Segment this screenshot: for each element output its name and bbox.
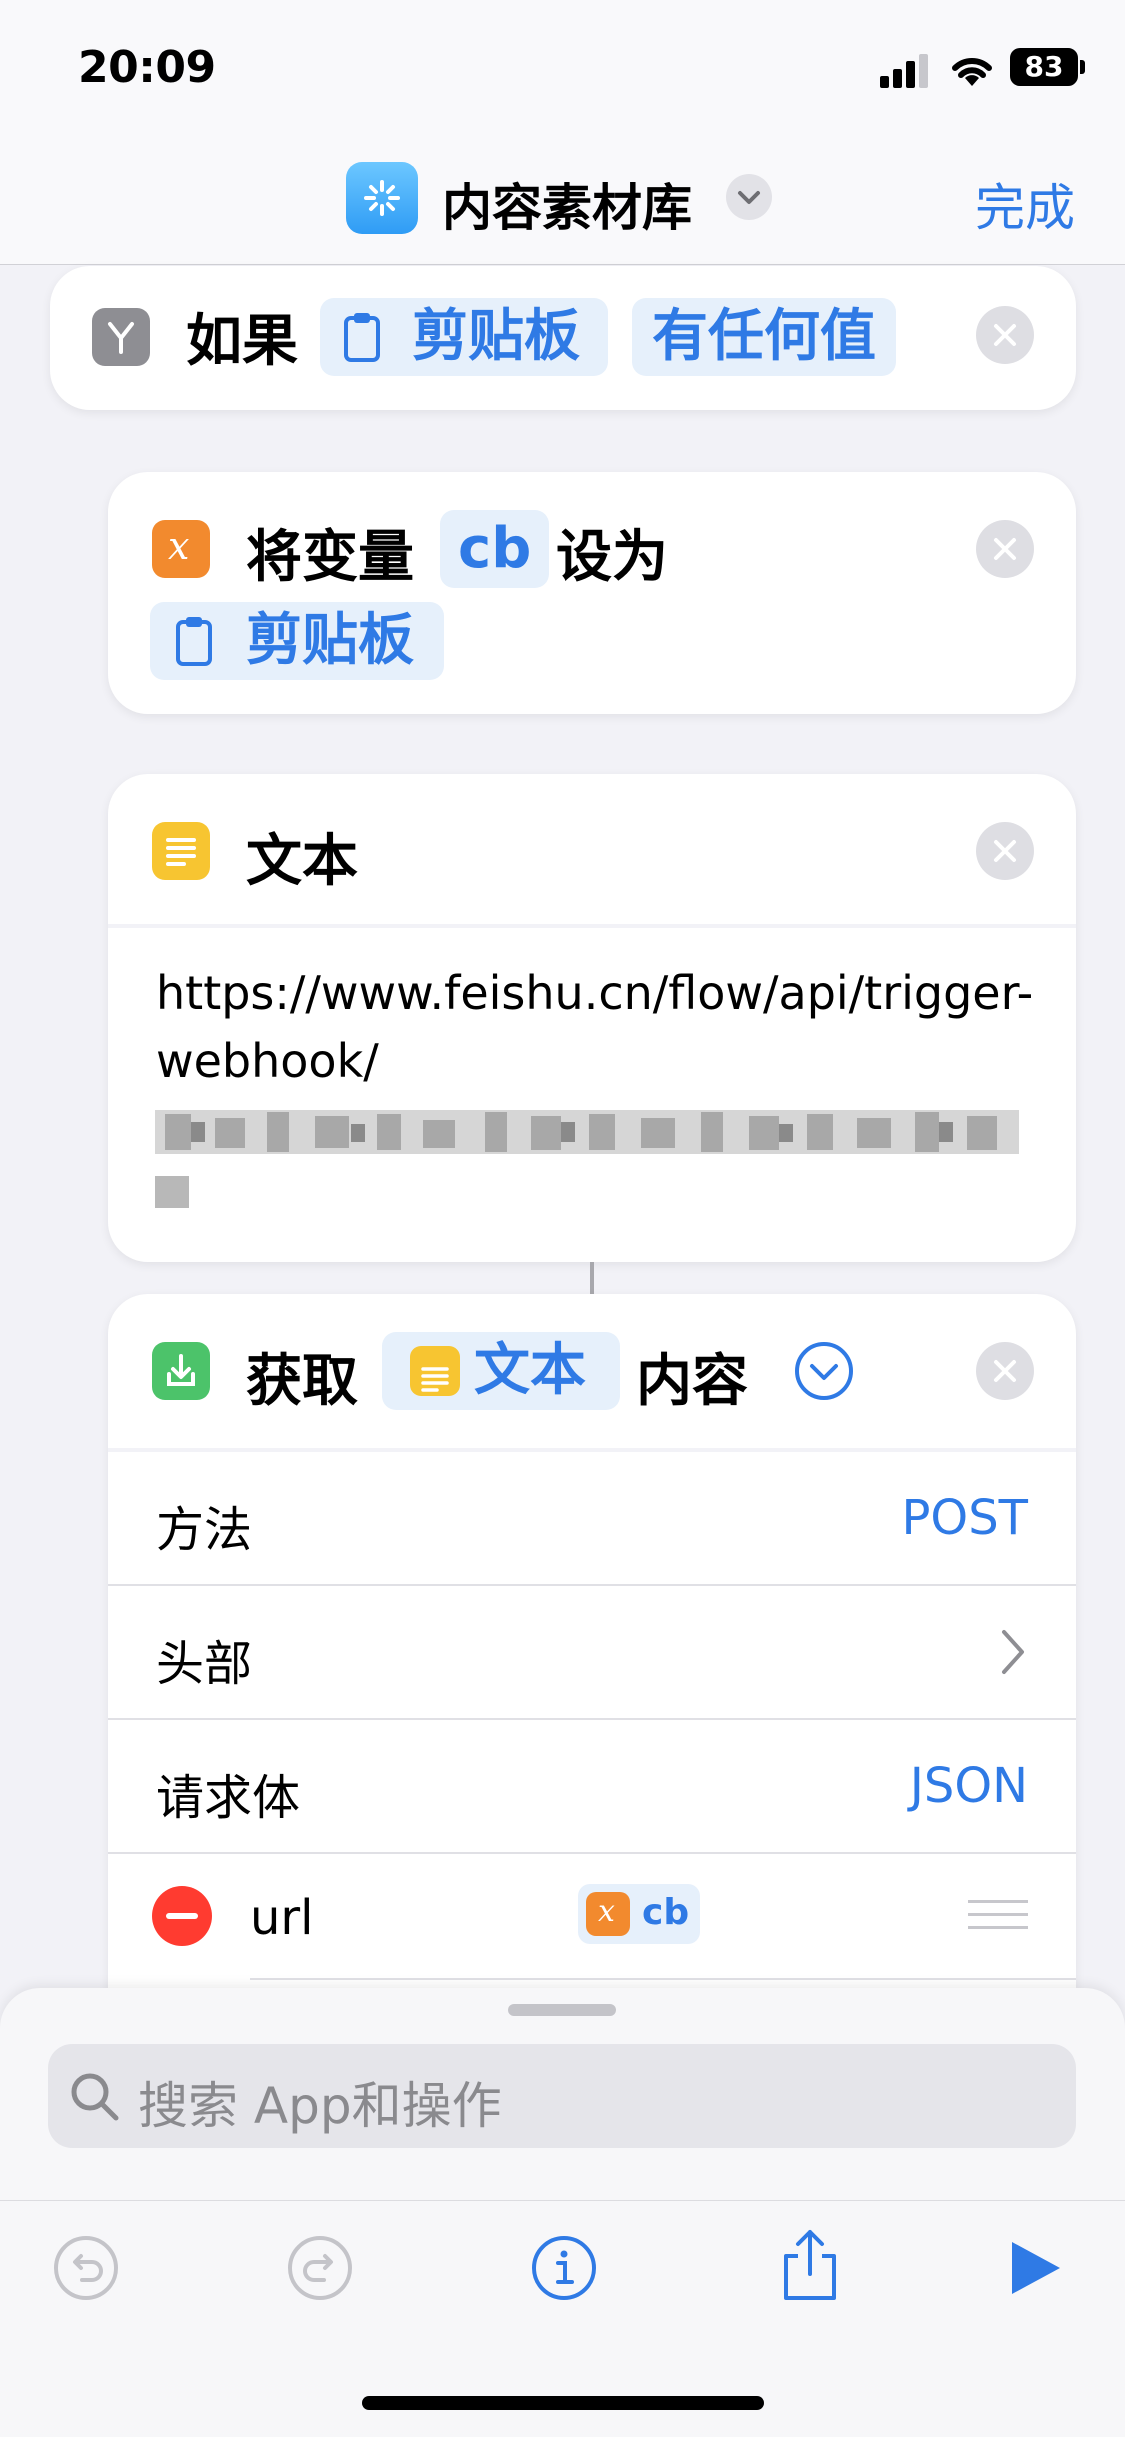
field-value-label: cb	[642, 1892, 690, 1933]
variable-x-icon: x	[586, 1892, 630, 1936]
text-source-token[interactable]: 文本	[382, 1332, 620, 1410]
close-icon[interactable]	[976, 1342, 1034, 1400]
clipboard-token[interactable]: 剪贴板	[320, 298, 608, 376]
clipboard-token-label: 剪贴板	[412, 304, 580, 369]
redacted-webhook-token	[155, 1104, 1019, 1214]
play-icon[interactable]	[1008, 2238, 1064, 2298]
shortcut-title[interactable]: 内容素材库	[442, 168, 692, 240]
wifi-icon	[948, 48, 996, 88]
close-icon[interactable]	[976, 520, 1034, 578]
search-icon	[71, 2073, 119, 2121]
close-icon[interactable]	[976, 822, 1034, 880]
battery-indicator: 83	[1010, 48, 1078, 86]
method-row[interactable]: 方法 POST	[108, 1452, 1076, 1584]
share-icon[interactable]	[778, 2226, 842, 2304]
signal-icon	[880, 52, 932, 88]
text-card-divider	[108, 924, 1076, 928]
body-row[interactable]: 请求体 JSON	[108, 1720, 1076, 1852]
reorder-handle-icon[interactable]	[968, 1900, 1028, 1930]
battery-tip	[1080, 60, 1085, 74]
headers-label: 头部	[156, 1636, 253, 1692]
expand-chevron-icon[interactable]	[794, 1341, 854, 1401]
clipboard-value-token[interactable]: 剪贴板	[150, 602, 444, 680]
text-action-title: 文本	[246, 829, 358, 894]
method-label: 方法	[156, 1502, 253, 1558]
text-content-line-2[interactable]: webhook/	[156, 1034, 379, 1088]
close-icon[interactable]	[976, 306, 1034, 364]
headers-row[interactable]: 头部	[108, 1586, 1076, 1718]
download-icon	[152, 1342, 210, 1400]
branch-icon	[92, 308, 150, 366]
field-row-url[interactable]: url x cb	[108, 1854, 1076, 1978]
field-value-token[interactable]: x cb	[578, 1884, 700, 1944]
get-prefix: 获取	[246, 1349, 358, 1414]
status-time: 20:09	[78, 42, 216, 93]
search-placeholder: 搜索 App和操作	[138, 2077, 502, 2135]
clipboard-icon	[344, 313, 380, 362]
variable-x-icon: x	[152, 520, 210, 578]
chevron-down-icon[interactable]	[726, 174, 772, 220]
get-suffix: 内容	[636, 1349, 748, 1414]
connector-line	[590, 1262, 594, 1294]
text-doc-icon	[152, 822, 210, 880]
shortcut-sparkle-icon[interactable]	[346, 162, 418, 234]
set-variable-prefix: 将变量	[246, 525, 414, 590]
condition-token[interactable]: 有任何值	[632, 298, 896, 376]
clipboard-value-label: 剪贴板	[246, 608, 414, 673]
if-keyword: 如果	[186, 309, 298, 374]
info-icon[interactable]	[530, 2234, 598, 2302]
text-source-label: 文本	[474, 1338, 586, 1403]
set-variable-suffix: 设为	[556, 525, 668, 590]
text-content-line-1[interactable]: https://www.feishu.cn/flow/api/trigger-	[156, 966, 1033, 1020]
redo-icon[interactable]	[286, 2234, 354, 2302]
text-doc-icon	[410, 1346, 460, 1396]
variable-name-token[interactable]: cb	[440, 510, 550, 588]
remove-field-icon[interactable]	[152, 1886, 212, 1946]
field-key[interactable]: url	[250, 1890, 314, 1946]
clipboard-icon	[176, 617, 212, 666]
sheet-grabber[interactable]	[508, 2004, 616, 2016]
done-button[interactable]: 完成	[975, 168, 1075, 240]
chevron-right-icon	[1002, 1630, 1024, 1674]
method-value[interactable]: POST	[901, 1490, 1028, 1546]
body-label: 请求体	[156, 1770, 301, 1826]
body-value[interactable]: JSON	[910, 1758, 1028, 1814]
home-indicator	[362, 2396, 764, 2410]
undo-icon[interactable]	[52, 2234, 120, 2302]
row-separator	[250, 1978, 1076, 1980]
